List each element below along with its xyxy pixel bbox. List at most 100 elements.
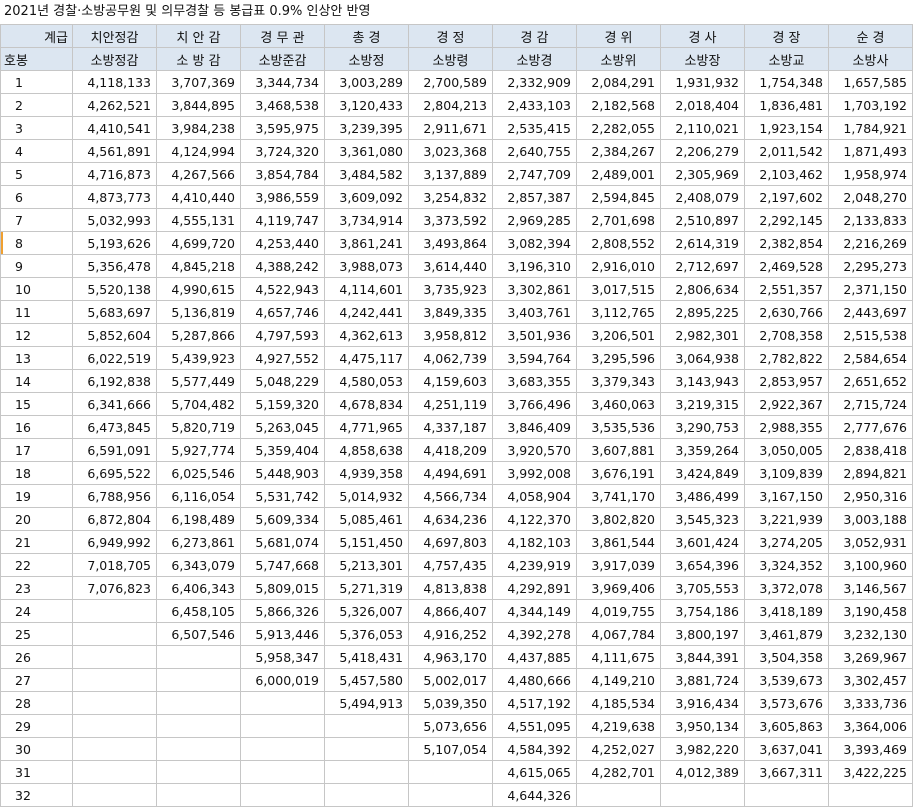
salary-cell	[156, 645, 241, 669]
salary-cell: 6,788,956	[72, 484, 157, 508]
salary-cell: 4,159,603	[408, 369, 493, 393]
salary-cell: 3,504,358	[744, 645, 829, 669]
salary-cell: 5,439,923	[156, 346, 241, 370]
salary-cell: 3,221,939	[744, 507, 829, 531]
salary-cell: 2,515,538	[828, 323, 913, 347]
salary-cell: 3,333,736	[828, 691, 913, 715]
salary-cell: 5,376,053	[324, 622, 409, 646]
salary-cell: 3,573,676	[744, 691, 829, 715]
salary-cell: 2,084,291	[576, 70, 661, 94]
salary-cell: 2,535,415	[492, 116, 577, 140]
salary-cell: 4,337,187	[408, 415, 493, 439]
salary-cell: 3,120,433	[324, 93, 409, 117]
salary-cell: 4,580,053	[324, 369, 409, 393]
salary-cell: 2,640,755	[492, 139, 577, 163]
step-cell: 13	[0, 346, 73, 370]
salary-cell: 6,000,019	[240, 668, 325, 692]
salary-cell: 4,963,170	[408, 645, 493, 669]
salary-cell: 5,927,774	[156, 438, 241, 462]
table-header: 계급 치안정감 치 안 감경 무 관총 경경 정경 감경 위경 사경 장순 경 호…	[0, 24, 913, 71]
salary-cell: 2,630,766	[744, 300, 829, 324]
table-row: 24 6,458,105 5,866,326 5,326,007 4,866,407 4,…	[0, 599, 913, 623]
salary-cell: 2,206,279	[660, 139, 745, 163]
salary-cell: 3,146,567	[828, 576, 913, 600]
salary-cell: 5,271,319	[324, 576, 409, 600]
salary-cell: 3,167,150	[744, 484, 829, 508]
step-cell: 11	[0, 300, 73, 324]
salary-cell: 3,003,289	[324, 70, 409, 94]
step-cell: 23	[0, 576, 73, 600]
page-title: 2021년 경찰·소방공무원 및 의무경찰 등 봉급표 0.9% 인상안 반영	[4, 4, 371, 19]
table-row: 20 6,872,804 6,198,489 5,609,334 5,085,461 4,…	[0, 507, 913, 531]
salary-cell: 2,701,698	[576, 208, 661, 232]
salary-cell: 3,082,394	[492, 231, 577, 255]
salary-cell: 3,424,849	[660, 461, 745, 485]
salary-cell: 2,969,285	[492, 208, 577, 232]
salary-cell: 4,242,441	[324, 300, 409, 324]
salary-cell: 3,539,673	[744, 668, 829, 692]
salary-cell	[72, 599, 157, 623]
salary-cell: 2,895,225	[660, 300, 745, 324]
step-cell: 14	[0, 369, 73, 393]
salary-cell: 1,703,192	[828, 93, 913, 117]
salary-cell: 4,418,209	[408, 438, 493, 462]
salary-cell: 4,517,192	[492, 691, 577, 715]
table-row: 27 6,000,019 5,457,580 5,002,017 4,480,666 4,…	[0, 668, 913, 692]
salary-cell: 2,922,367	[744, 392, 829, 416]
salary-cell: 4,067,784	[576, 622, 661, 646]
salary-cell: 3,100,960	[828, 553, 913, 577]
salary-cell: 3,607,881	[576, 438, 661, 462]
salary-cell: 3,254,832	[408, 185, 493, 209]
salary-cell: 3,302,457	[828, 668, 913, 692]
salary-cell: 3,359,264	[660, 438, 745, 462]
salary-cell: 2,048,270	[828, 185, 913, 209]
step-cell: 18	[0, 461, 73, 485]
salary-cell: 3,950,134	[660, 714, 745, 738]
step-cell: 19	[0, 484, 73, 508]
salary-cell: 2,777,676	[828, 415, 913, 439]
salary-cell: 2,469,528	[744, 254, 829, 278]
salary-cell: 3,373,592	[408, 208, 493, 232]
salary-cell: 5,359,404	[240, 438, 325, 462]
salary-cell: 5,494,913	[324, 691, 409, 715]
salary-cell: 3,854,784	[240, 162, 325, 186]
salary-cell	[72, 622, 157, 646]
salary-cell	[156, 714, 241, 738]
salary-cell	[744, 783, 829, 807]
salary-cell: 4,873,773	[72, 185, 157, 209]
salary-cell: 2,295,273	[828, 254, 913, 278]
salary-cell: 3,361,080	[324, 139, 409, 163]
salary-cell: 3,734,914	[324, 208, 409, 232]
salary-cell: 3,707,369	[156, 70, 241, 94]
header-fire-rank: 소방장	[660, 47, 745, 71]
salary-cell: 3,403,761	[492, 300, 577, 324]
salary-cell	[324, 714, 409, 738]
salary-cell: 4,437,885	[492, 645, 577, 669]
salary-cell: 4,757,435	[408, 553, 493, 577]
salary-cell: 3,605,863	[744, 714, 829, 738]
salary-cell: 6,458,105	[156, 599, 241, 623]
salary-cell: 2,510,897	[660, 208, 745, 232]
step-cell: 26	[0, 645, 73, 669]
salary-cell: 3,601,424	[660, 530, 745, 554]
salary-cell: 3,861,544	[576, 530, 661, 554]
salary-cell: 3,418,189	[744, 599, 829, 623]
salary-cell	[324, 737, 409, 761]
salary-cell: 2,282,055	[576, 116, 661, 140]
step-cell: 5	[0, 162, 73, 186]
header-fire-rank: 소방정감	[72, 47, 157, 71]
header-police-rank: 치 안 감	[156, 24, 241, 48]
salary-cell: 3,861,241	[324, 231, 409, 255]
salary-cell: 4,480,666	[492, 668, 577, 692]
salary-cell: 2,911,671	[408, 116, 493, 140]
header-police-rank: 경 장	[744, 24, 829, 48]
salary-cell: 5,820,719	[156, 415, 241, 439]
salary-cell: 6,406,343	[156, 576, 241, 600]
table-row: 7 5,032,993 4,555,131 4,119,747 3,734,914 3,3…	[0, 208, 913, 232]
table-row: 21 6,949,992 6,273,861 5,681,074 5,151,450 4,…	[0, 530, 913, 554]
salary-cell: 4,555,131	[156, 208, 241, 232]
step-cell: 1	[0, 70, 73, 94]
salary-cell: 3,023,368	[408, 139, 493, 163]
salary-cell: 5,193,626	[72, 231, 157, 255]
salary-cell: 4,615,065	[492, 760, 577, 784]
